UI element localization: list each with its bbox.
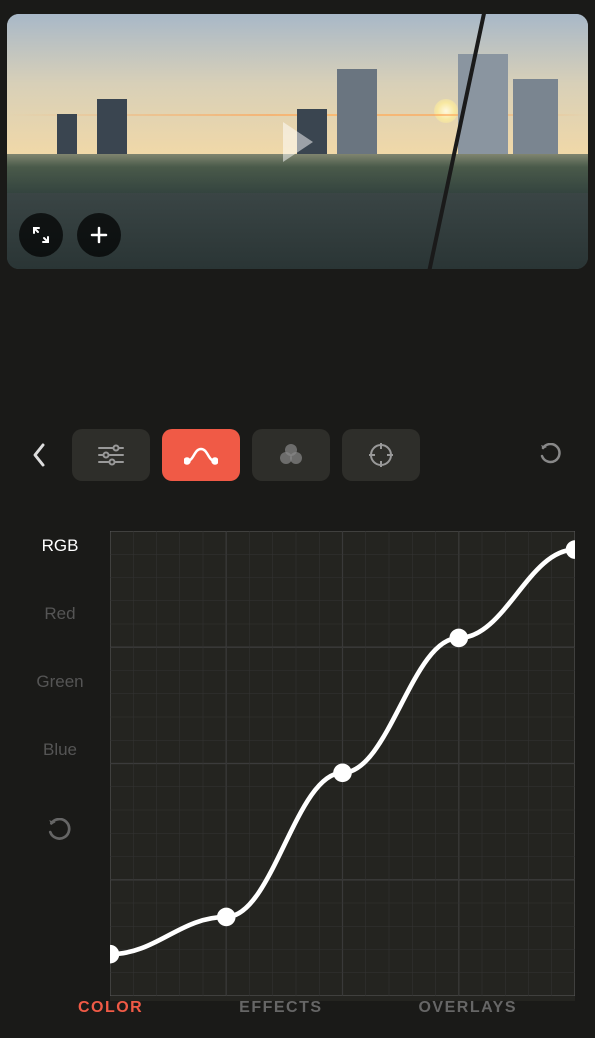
tab-color[interactable]: COLOR [78,999,143,1017]
curve-control-point[interactable] [217,908,236,927]
building [337,69,377,154]
add-button[interactable] [77,213,121,257]
curve-control-point[interactable] [566,540,575,559]
building [97,99,127,154]
adjustments-button[interactable] [72,429,150,481]
video-preview[interactable] [7,14,588,269]
channel-blue[interactable]: Blue [20,740,100,760]
expand-icon [32,226,50,244]
curves-icon [184,445,218,465]
undo-icon [539,443,563,467]
crosshair-icon [368,442,394,468]
play-icon[interactable] [283,122,313,162]
back-button[interactable] [24,429,54,481]
plus-icon [90,226,108,244]
curves-panel: RGB Red Green Blue [0,511,595,1001]
curve-control-point[interactable] [449,629,468,648]
color-toolbar [0,429,595,481]
building [513,79,558,154]
building [57,114,77,154]
bottom-tab-bar: COLOR EFFECTS OVERLAYS [0,978,595,1038]
sun [434,99,458,123]
curve-canvas[interactable] [110,531,575,996]
tab-effects[interactable]: EFFECTS [239,999,322,1017]
curve-control-point[interactable] [333,764,352,783]
curves-button[interactable] [162,429,240,481]
channel-red[interactable]: Red [20,604,100,624]
channel-reset-button[interactable] [20,818,100,844]
color-circles-icon [278,442,304,468]
channel-sidebar: RGB Red Green Blue [20,531,100,1001]
target-button[interactable] [342,429,420,481]
curves-editor[interactable] [110,531,575,1001]
curve-control-point[interactable] [110,945,119,964]
undo-icon [47,818,73,844]
reset-all-button[interactable] [531,435,571,475]
tab-overlays[interactable]: OVERLAYS [418,999,517,1017]
channel-rgb[interactable]: RGB [20,536,100,556]
expand-button[interactable] [19,213,63,257]
color-wheels-button[interactable] [252,429,330,481]
chevron-left-icon [31,442,47,468]
channel-green[interactable]: Green [20,672,100,692]
sliders-icon [97,443,125,467]
